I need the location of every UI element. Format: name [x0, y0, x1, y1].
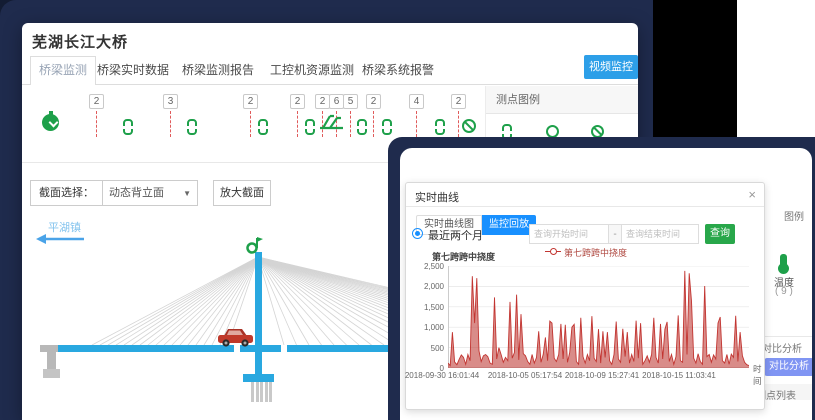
left-pier-base	[43, 369, 60, 378]
pylon-foundation-cap	[243, 374, 274, 382]
sensor-count-badge: 3	[163, 94, 178, 109]
sensor-tick-line	[250, 111, 251, 137]
tab-0[interactable]: 桥梁监测	[30, 56, 96, 85]
sensor-count-badge: 5	[343, 94, 358, 109]
legend-line-marker-icon	[545, 251, 561, 256]
compare-section-label: 对比分析	[762, 340, 802, 355]
sensor-count-badge: 2	[451, 94, 466, 109]
x-tick-label: 2018-10-15 11:03:41	[642, 371, 716, 380]
stopwatch-sensor-icon[interactable]	[42, 114, 59, 131]
dialog-header: 实时曲线 ×	[406, 183, 764, 207]
sensor-tick-line	[373, 111, 374, 137]
sensor-count-badge: 2	[315, 94, 330, 109]
main-tab-bar: 桥梁监测桥梁实时数据桥梁监测报告工控机资源监测桥梁系统报警	[22, 56, 638, 85]
chain-sensor-icon[interactable]	[357, 119, 367, 135]
deflection-line-chart	[448, 266, 749, 368]
sliver-divider	[760, 336, 812, 337]
x-axis-name: 时间	[753, 363, 764, 387]
legend-series-label: 第七跨跨中挠度	[564, 248, 627, 258]
sensor-tick-line	[170, 111, 171, 137]
tab-1[interactable]: 桥梁实时数据	[97, 56, 169, 84]
foundation-column	[251, 382, 254, 402]
foundation-column	[265, 382, 268, 402]
car-image	[216, 326, 256, 348]
tab-monitor-playback[interactable]: 监控回放	[482, 215, 536, 235]
tab-4[interactable]: 桥梁系统报警	[362, 56, 434, 84]
thermometer-icon[interactable]	[780, 254, 787, 267]
bridge-pylon	[255, 252, 262, 382]
caliper-sensor-icon[interactable]	[318, 113, 346, 131]
x-tick-label: 2018-10-09 15:27:41	[565, 371, 639, 380]
chevron-down-icon: ▼	[183, 182, 191, 206]
query-end-time-input[interactable]	[621, 224, 699, 244]
date-range-separator: -	[609, 224, 621, 244]
sensor-tick-line	[350, 111, 351, 137]
sliver-legend-label: 图例	[784, 208, 804, 223]
temperature-count: ( 9 )	[775, 286, 793, 297]
chain-sensor-icon[interactable]	[123, 119, 133, 135]
close-icon[interactable]: ×	[748, 187, 756, 202]
foundation-column	[260, 382, 263, 402]
sensor-tick-line	[297, 111, 298, 137]
deck-joint	[281, 345, 287, 352]
chain-sensor-icon[interactable]	[435, 119, 445, 135]
sensor-tick-line	[416, 111, 417, 137]
chain-sensor-icon[interactable]	[382, 119, 392, 135]
y-tick-label: 1,500	[408, 303, 444, 312]
y-tick-label: 500	[408, 344, 444, 353]
video-monitor-button[interactable]: 视频监控	[584, 55, 638, 79]
section-select-label: 截面选择：	[31, 181, 102, 205]
dialog-title: 实时曲线	[415, 189, 459, 205]
section-select-value: 动态背立面	[109, 187, 164, 199]
x-tick-label: 2018-09-30 16:01:44	[405, 371, 479, 380]
modal-app-window: 图例 温度 ( 9 ) 对比分析 对比分析 测点列表 实时曲线 × 实时曲线图 …	[400, 148, 812, 420]
foundation-column	[269, 382, 272, 402]
tab-2[interactable]: 桥梁监测报告	[182, 56, 254, 84]
chain-sensor-icon[interactable]	[187, 119, 197, 135]
forbidden-sensor-icon[interactable]	[462, 119, 476, 133]
sensor-count-badge: 2	[290, 94, 305, 109]
compare-analysis-button[interactable]: 对比分析	[764, 358, 812, 376]
realtime-curve-dialog: 实时曲线 × 实时曲线图 监控回放 最近两个月 - 查询 第七跨跨中挠度 第七跨…	[405, 182, 765, 410]
query-button[interactable]: 查询	[705, 224, 735, 244]
foundation-column	[256, 382, 259, 402]
sensor-count-badge: 2	[366, 94, 381, 109]
screenshot-canvas: 芜湖长江大桥 桥梁监测桥梁实时数据桥梁监测报告工控机资源监测桥梁系统报警 视频监…	[0, 0, 815, 420]
chain-sensor-icon[interactable]	[305, 119, 315, 135]
background-black-panel	[653, 0, 737, 137]
chain-sensor-icon[interactable]	[258, 119, 268, 135]
sensor-count-badge: 6	[329, 94, 344, 109]
sensor-count-badge: 2	[89, 94, 104, 109]
anemometer-sensor-icon[interactable]	[246, 236, 264, 254]
sensor-tick-line	[96, 111, 97, 137]
zoom-section-button[interactable]: 放大截面	[213, 180, 271, 206]
section-select-group: 截面选择： 动态背立面 ▼	[30, 180, 198, 206]
radio-selected-icon[interactable]	[412, 228, 423, 239]
y-tick-label: 2,500	[408, 262, 444, 271]
sensor-count-badge: 4	[409, 94, 424, 109]
y-tick-label: 2,000	[408, 282, 444, 291]
tab-3[interactable]: 工控机资源监测	[270, 56, 354, 84]
x-tick-label: 2018-10-05 05:17:54	[488, 371, 562, 380]
range-radio-label: 最近两个月	[428, 227, 483, 243]
background-white-panel	[737, 0, 815, 137]
page-title: 芜湖长江大桥	[32, 31, 128, 52]
point-legend-title: 测点图例	[486, 86, 638, 114]
sensor-count-badge: 2	[243, 94, 258, 109]
y-tick-label: 1,000	[408, 323, 444, 332]
section-select-dropdown[interactable]: 动态背立面 ▼	[102, 181, 197, 205]
sensor-tick-line	[458, 111, 459, 137]
query-start-time-input[interactable]	[529, 224, 609, 244]
